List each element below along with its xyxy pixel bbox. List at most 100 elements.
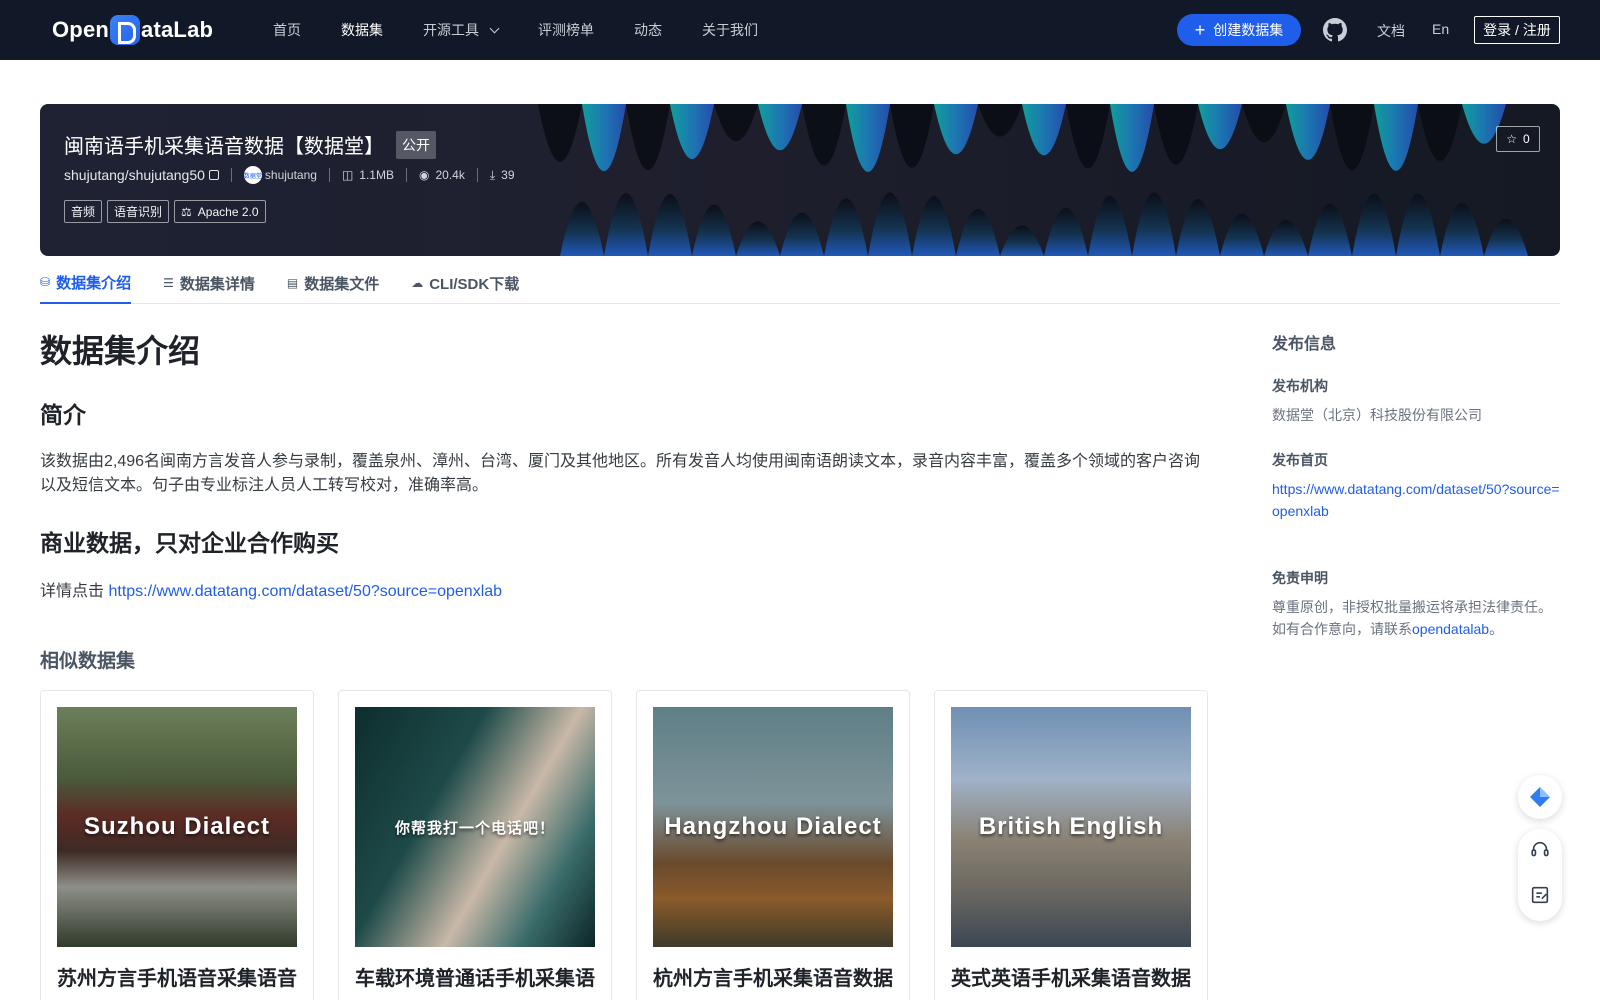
tab-details[interactable]: ☰ 数据集详情 xyxy=(163,262,255,304)
feedback-edit-icon[interactable] xyxy=(1529,884,1551,906)
similar-datasets-list: Suzhou Dialect 苏州方言手机语音采集语音数据【数据堂】 你帮我打一… xyxy=(40,690,1232,1000)
language-switch[interactable]: En xyxy=(1432,21,1449,37)
dataset-intro-content: 数据集介绍 简介 该数据由2,496名闽南方言发音人参与录制，覆盖泉州、漳州、台… xyxy=(40,326,1210,673)
detail-prefix: 详情点击 xyxy=(40,583,105,600)
publisher-value: 数据堂（北京）科技股份有限公司 xyxy=(1272,407,1482,423)
disk-icon: ◫ xyxy=(341,168,354,182)
github-icon[interactable] xyxy=(1323,18,1347,42)
dataset-card[interactable]: British English 英式英语手机采集语音数据【数据堂】 xyxy=(934,690,1208,1000)
dataset-card[interactable]: Hangzhou Dialect 杭州方言手机采集语音数据【数据堂】 xyxy=(636,690,910,1000)
nav-open-tools-label: 开源工具 xyxy=(423,22,479,38)
wave-lobe xyxy=(736,221,780,256)
dataset-card-image: Hangzhou Dialect xyxy=(653,707,893,947)
wave-lobe xyxy=(1374,104,1418,171)
wave-lobe xyxy=(1132,192,1176,256)
wave-lobe xyxy=(560,201,604,256)
wave-lobe xyxy=(978,104,1022,137)
dataset-card-image: 你帮我打一个电话吧！ xyxy=(355,707,595,947)
disclaimer-label: 免责申明 xyxy=(1272,570,1328,586)
wave-lobe xyxy=(1418,104,1462,161)
opendatalab-logo[interactable]: Open ataLab xyxy=(52,14,213,46)
nav-home[interactable]: 首页 xyxy=(273,20,301,40)
wave-lobe xyxy=(890,104,934,168)
tab-details-label: 数据集详情 xyxy=(179,275,255,293)
main-nav: 首页 数据集 开源工具 评测榜单 动态 关于我们 xyxy=(273,0,798,60)
tab-intro[interactable]: ⛁ 数据集介绍 xyxy=(40,262,132,304)
wave-lobe xyxy=(1308,203,1352,256)
meta-divider xyxy=(328,168,330,182)
wave-lobe xyxy=(780,212,824,256)
logo-text-open: Open xyxy=(52,17,110,42)
tab-cli-sdk[interactable]: ☁ CLI/SDK下载 xyxy=(411,262,519,304)
disclaimer-end: 。 xyxy=(1489,621,1504,637)
download-count: ⤓ 39 xyxy=(490,168,515,183)
dataset-title: 闽南语手机采集语音数据【数据堂】 xyxy=(64,136,384,158)
meta-divider xyxy=(230,168,232,182)
wave-lobe xyxy=(934,104,978,155)
wave-lobe xyxy=(1088,195,1132,256)
visibility-badge: 公开 xyxy=(396,130,436,159)
wave-lobe xyxy=(1154,104,1198,165)
star-button[interactable]: ☆ 0 xyxy=(1496,126,1540,152)
download-icon: ⤓ xyxy=(489,167,496,182)
login-register-button[interactable]: 登录 / 注册 xyxy=(1474,16,1560,44)
dataset-card-title: 英式英语手机采集语音数据【数据堂】 xyxy=(951,968,1191,990)
file-icon: ▤ xyxy=(286,276,299,290)
dataset-tags: 音频 语音识别 ⚖ Apache 2.0 xyxy=(64,200,271,223)
wave-lobe xyxy=(824,198,868,256)
dataset-banner: 闽南语手机采集语音数据【数据堂】 公开 shujutang/shujutang5… xyxy=(40,104,1560,256)
tag-speech-recognition[interactable]: 语音识别 xyxy=(107,200,170,223)
assistant-button[interactable] xyxy=(1518,775,1562,819)
datatang-link[interactable]: https://www.datatang.com/dataset/50?sour… xyxy=(108,583,502,600)
nav-open-tools[interactable]: 开源工具 xyxy=(423,20,500,40)
downloads-value: 39 xyxy=(501,168,515,182)
wave-lobe xyxy=(648,194,692,256)
wave-lobe xyxy=(1044,207,1088,256)
wave-lobe xyxy=(626,104,670,171)
wave-lobe xyxy=(670,104,714,159)
wave-lobe xyxy=(1000,225,1044,256)
nav-datasets[interactable]: 数据集 xyxy=(341,20,383,40)
docs-link[interactable]: 文档 xyxy=(1377,21,1405,41)
wave-lobe xyxy=(1264,220,1308,256)
homepage-link[interactable]: https://www.datatang.com/dataset/50?sour… xyxy=(1272,478,1562,522)
tab-files[interactable]: ▤ 数据集文件 xyxy=(287,262,379,304)
create-dataset-button[interactable]: + 创建数据集 xyxy=(1177,14,1301,46)
dataset-meta: shujutang/shujutang50 数据堂 shujutang ◫ 1.… xyxy=(64,166,515,184)
dataset-title-row: 闽南语手机采集语音数据【数据堂】 公开 xyxy=(64,130,436,159)
wave-lobe xyxy=(1352,193,1396,256)
list-icon: ☰ xyxy=(163,276,174,290)
headset-icon[interactable] xyxy=(1529,839,1551,861)
tag-audio[interactable]: 音频 xyxy=(64,200,103,223)
copy-icon[interactable] xyxy=(208,170,219,180)
publisher-label: 发布机构 xyxy=(1272,378,1328,394)
view-count: ◉ 20.4k xyxy=(419,168,465,182)
intro-text: 该数据由2,496名闽南方言发音人参与录制，覆盖泉州、漳州、台湾、厦门及其他地区… xyxy=(40,453,1201,494)
dataset-card[interactable]: 你帮我打一个电话吧！ 车载环境普通话手机采集语音数据【数据堂】 xyxy=(338,690,612,1000)
opendatalab-contact-link[interactable]: opendatalab xyxy=(1412,621,1489,637)
cloud-download-icon: ☁ xyxy=(411,276,424,290)
wave-lobe xyxy=(1066,104,1110,169)
wave-lobe xyxy=(868,192,912,256)
wave-lobe xyxy=(582,104,626,172)
avatar: 数据堂 xyxy=(243,166,262,184)
nav-news[interactable]: 动态 xyxy=(634,20,662,40)
dataset-card-image: British English xyxy=(951,707,1191,947)
top-navbar: Open ataLab 首页 数据集 开源工具 评测榜单 动态 关于我们 + 创… xyxy=(0,0,1600,60)
dataset-card[interactable]: Suzhou Dialect 苏州方言手机语音采集语音数据【数据堂】 xyxy=(40,690,314,1000)
card-image-caption: Suzhou Dialect xyxy=(83,813,271,840)
card-image-caption: Hangzhou Dialect xyxy=(664,813,882,840)
homepage-label: 发布首页 xyxy=(1272,452,1328,468)
disclaimer-text: 尊重原创，非授权批量搬运将承担法律责任。如有合作意向，请联系opendatala… xyxy=(1272,596,1562,640)
wave-lobe xyxy=(956,208,1000,256)
wave-lobe xyxy=(1396,193,1440,256)
create-dataset-label: 创建数据集 xyxy=(1213,22,1284,38)
dataset-card-title: 车载环境普通话手机采集语音数据【数据堂】 xyxy=(355,968,595,990)
nav-leaderboard[interactable]: 评测榜单 xyxy=(538,20,594,40)
wave-lobe xyxy=(1220,213,1264,256)
wave-lobe xyxy=(1176,199,1220,256)
publish-info-sidebar: 发布信息 发布机构 数据堂（北京）科技股份有限公司 发布首页 https://w… xyxy=(1272,330,1562,640)
license-tag[interactable]: ⚖ Apache 2.0 xyxy=(174,200,266,223)
nav-about[interactable]: 关于我们 xyxy=(702,20,758,40)
owner[interactable]: 数据堂 shujutang xyxy=(243,166,317,184)
